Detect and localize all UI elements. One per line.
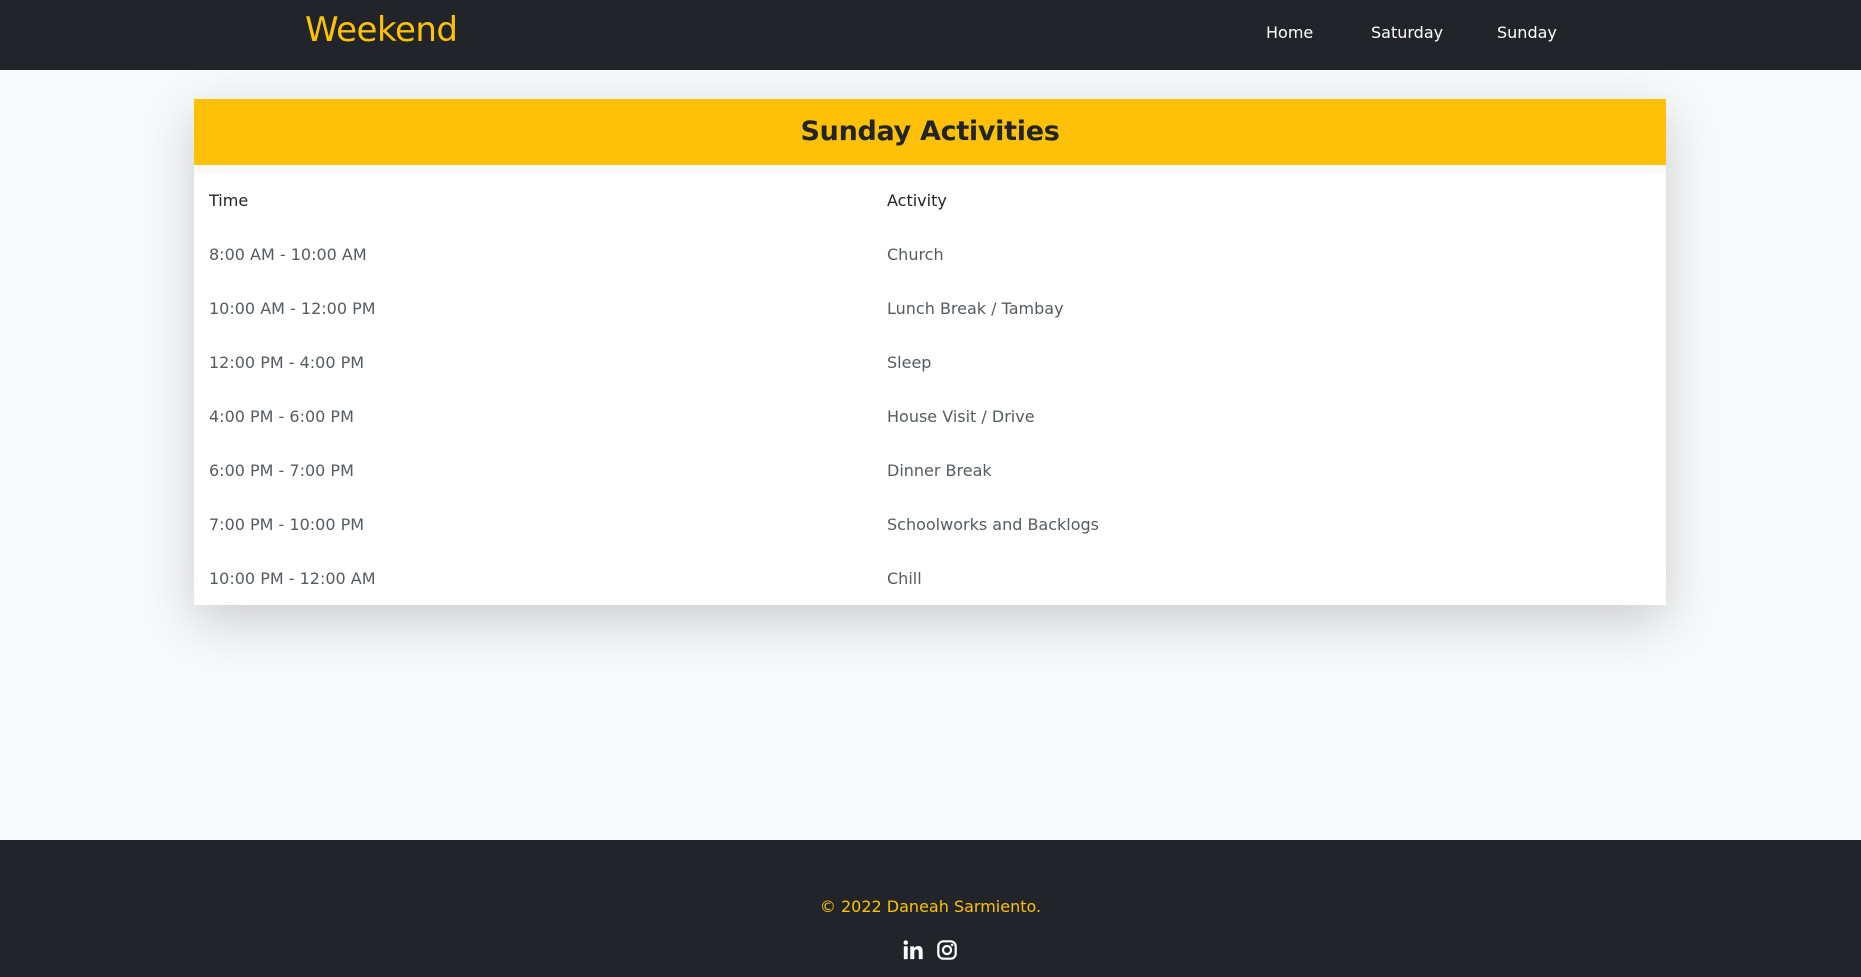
table-header-row: Time Activity bbox=[194, 173, 1666, 227]
activity-cell: Lunch Break / Tambay bbox=[887, 298, 1064, 318]
table-row: 8:00 AM - 10:00 AM Church bbox=[194, 227, 1666, 281]
nav-link-saturday[interactable]: Saturday bbox=[1371, 23, 1443, 43]
time-cell: 10:00 AM - 12:00 PM bbox=[209, 298, 376, 318]
table-row: 10:00 PM - 12:00 AM Chill bbox=[194, 551, 1666, 605]
time-cell: 10:00 PM - 12:00 AM bbox=[209, 568, 376, 588]
table-row: 12:00 PM - 4:00 PM Sleep bbox=[194, 335, 1666, 389]
linkedin-icon[interactable] bbox=[902, 939, 924, 961]
table-row: 7:00 PM - 10:00 PM Schoolworks and Backl… bbox=[194, 497, 1666, 551]
page-footer: © 2022 Daneah Sarmiento. bbox=[0, 840, 1861, 977]
table-row: 10:00 AM - 12:00 PM Lunch Break / Tambay bbox=[194, 281, 1666, 335]
brand-logo[interactable]: Weekend bbox=[305, 10, 458, 50]
activities-card: Sunday Activities Time Activity 8:00 AM … bbox=[194, 99, 1666, 605]
activity-cell: Schoolworks and Backlogs bbox=[887, 514, 1100, 534]
card-header: Sunday Activities bbox=[194, 99, 1666, 165]
table-row: 4:00 PM - 6:00 PM House Visit / Drive bbox=[194, 389, 1666, 443]
time-cell: 7:00 PM - 10:00 PM bbox=[209, 514, 365, 534]
time-cell: 12:00 PM - 4:00 PM bbox=[209, 352, 365, 372]
column-header-time: Time bbox=[209, 190, 249, 210]
activity-cell: Chill bbox=[887, 568, 922, 588]
page-title: Sunday Activities bbox=[800, 116, 1060, 147]
activity-cell: House Visit / Drive bbox=[887, 406, 1035, 426]
nav-link-sunday[interactable]: Sunday bbox=[1497, 23, 1557, 43]
schedule-table: Time Activity 8:00 AM - 10:00 AM Church … bbox=[194, 173, 1666, 605]
time-cell: 4:00 PM - 6:00 PM bbox=[209, 406, 354, 426]
nav-link-home[interactable]: Home bbox=[1266, 23, 1313, 43]
copyright-text: © 2022 Daneah Sarmiento. bbox=[819, 897, 1042, 916]
activity-cell: Sleep bbox=[887, 352, 932, 372]
column-header-activity: Activity bbox=[887, 190, 947, 210]
activity-cell: Church bbox=[887, 244, 944, 264]
table-row: 6:00 PM - 7:00 PM Dinner Break bbox=[194, 443, 1666, 497]
top-navbar: Weekend Home Saturday Sunday bbox=[0, 0, 1861, 70]
instagram-icon[interactable] bbox=[936, 939, 958, 961]
time-cell: 8:00 AM - 10:00 AM bbox=[209, 244, 367, 264]
activity-cell: Dinner Break bbox=[887, 460, 992, 480]
card-divider bbox=[194, 165, 1666, 173]
time-cell: 6:00 PM - 7:00 PM bbox=[209, 460, 354, 480]
